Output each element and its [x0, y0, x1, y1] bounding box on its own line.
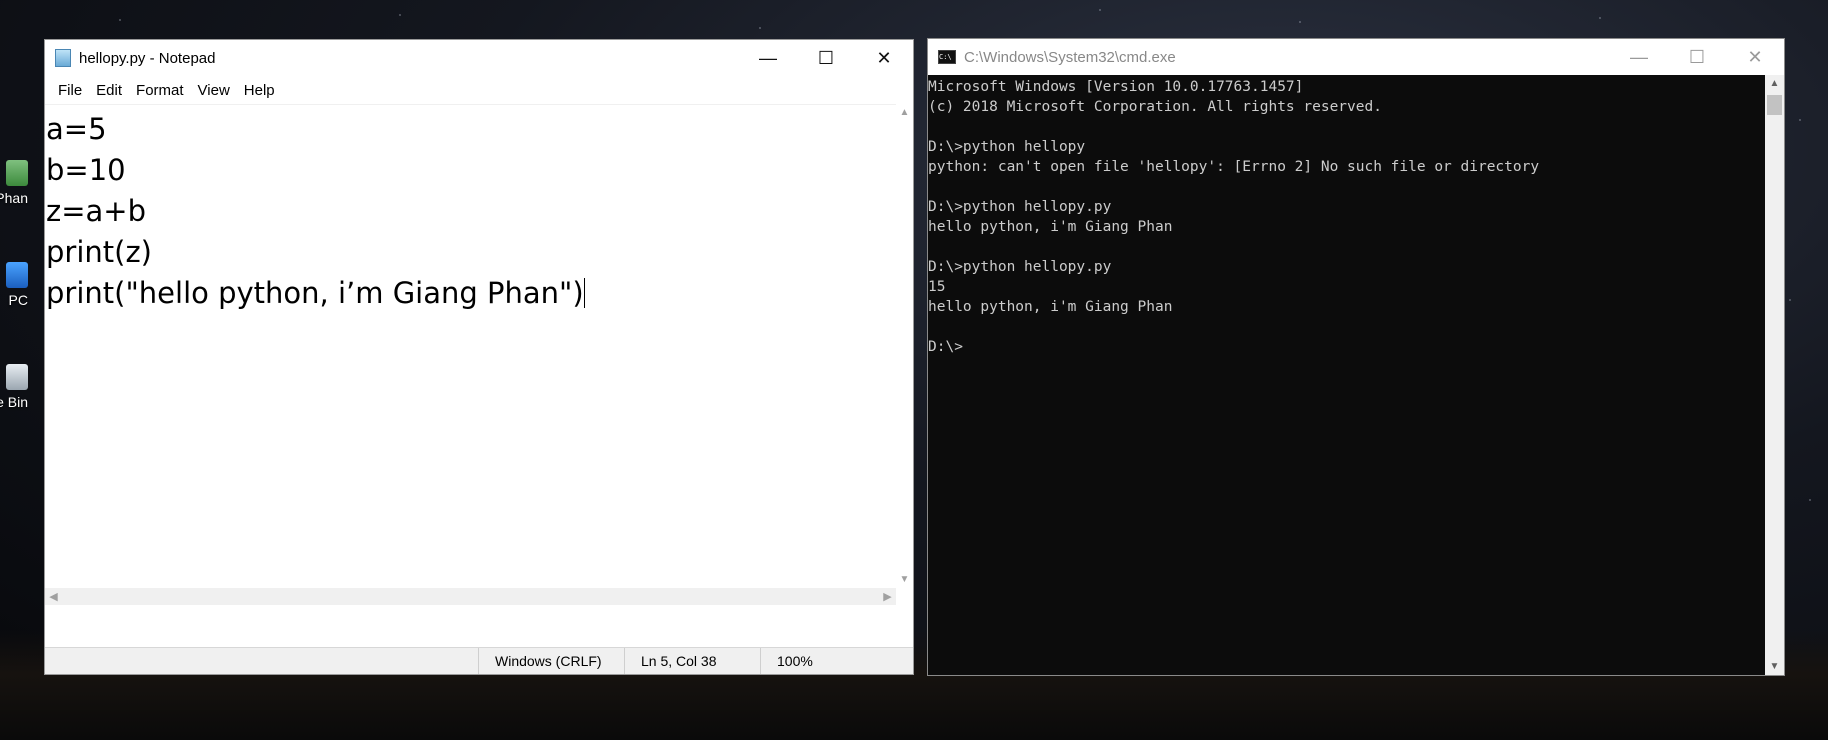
menu-view[interactable]: View	[191, 82, 237, 99]
close-button[interactable]: ✕	[1726, 39, 1784, 75]
menu-file[interactable]: File	[51, 82, 89, 99]
notepad-title: hellopy.py - Notepad	[79, 49, 216, 67]
console-line: python: can't open file 'hellopy': [Errn…	[928, 159, 1540, 175]
editor-content: a=5 b=10 z=a+b print(z) print("hello python,…	[45, 105, 913, 314]
editor-line: z=a+b	[46, 194, 146, 228]
desktop-icon-label: Phan	[0, 190, 28, 206]
scrollbar-thumb[interactable]	[1767, 95, 1782, 115]
computer-icon	[6, 262, 28, 288]
desktop-icon-pc[interactable]: PC	[0, 262, 28, 308]
editor-line: b=10	[46, 153, 126, 187]
scroll-up-arrow-icon[interactable]: ▲	[896, 104, 913, 121]
console-line: D:\>python hellopy.py	[928, 199, 1112, 215]
console-line: D:\>	[928, 339, 963, 355]
console-line: Microsoft Windows [Version 10.0.17763.14…	[928, 79, 1304, 95]
vertical-scrollbar[interactable]: ▲ ▼	[896, 104, 913, 612]
recycle-bin-icon	[6, 364, 28, 390]
desktop-icon-recycle-bin[interactable]: e Bin	[0, 364, 28, 410]
console-line: (c) 2018 Microsoft Corporation. All righ…	[928, 99, 1382, 115]
status-zoom: 100%	[760, 648, 913, 674]
cmd-app-icon: C:\	[938, 50, 956, 64]
scroll-down-arrow-icon[interactable]: ▼	[896, 571, 913, 588]
desktop-icon-label: e Bin	[0, 394, 28, 410]
scroll-right-arrow-icon[interactable]: ▶	[879, 588, 896, 605]
notepad-status-bar: Windows (CRLF) Ln 5, Col 38 100%	[45, 647, 913, 674]
minimize-button[interactable]: —	[1610, 39, 1668, 75]
text-caret	[583, 278, 585, 308]
notepad-window-controls: — ☐ ✕	[739, 40, 913, 76]
scroll-left-arrow-icon[interactable]: ◀	[45, 588, 62, 605]
maximize-button[interactable]: ☐	[797, 40, 855, 76]
notepad-app-icon	[55, 49, 71, 67]
notepad-titlebar[interactable]: hellopy.py - Notepad — ☐ ✕	[45, 40, 913, 76]
notepad-window[interactable]: hellopy.py - Notepad — ☐ ✕ File Edit For…	[44, 39, 914, 675]
editor-line: print("hello python, i’m Giang Phan")	[46, 276, 584, 310]
notepad-menubar: File Edit Format View Help	[45, 76, 913, 104]
console-line: D:\>python hellopy.py	[928, 259, 1112, 275]
scroll-up-arrow-icon[interactable]: ▲	[1765, 75, 1784, 92]
user-folder-icon	[6, 160, 28, 186]
desktop-icon-user[interactable]: Phan	[0, 160, 28, 206]
maximize-button[interactable]: ☐	[1668, 39, 1726, 75]
cmd-titlebar[interactable]: C:\ C:\Windows\System32\cmd.exe — ☐ ✕	[928, 39, 1784, 75]
console-line: hello python, i'm Giang Phan	[928, 299, 1173, 315]
menu-help[interactable]: Help	[237, 82, 282, 99]
console-line: D:\>python hellopy	[928, 139, 1086, 155]
editor-line: a=5	[46, 112, 107, 146]
editor-line-with-caret: print("hello python, i’m Giang Phan")	[46, 273, 913, 314]
close-button[interactable]: ✕	[855, 40, 913, 76]
cmd-window[interactable]: C:\ C:\Windows\System32\cmd.exe — ☐ ✕ Mi…	[927, 38, 1785, 676]
desktop-icon-label: PC	[8, 292, 28, 308]
horizontal-scrollbar[interactable]: ◀ ▶	[45, 588, 896, 605]
notepad-text-area[interactable]: a=5 b=10 z=a+b print(z) print("hello python,…	[45, 104, 913, 589]
menu-edit[interactable]: Edit	[89, 82, 129, 99]
console-line: 15	[928, 279, 946, 295]
status-cursor-position: Ln 5, Col 38	[624, 648, 760, 674]
cmd-title: C:\Windows\System32\cmd.exe	[964, 48, 1176, 66]
minimize-button[interactable]: —	[739, 40, 797, 76]
editor-line: print(z)	[46, 235, 152, 269]
console-text: Microsoft Windows [Version 10.0.17763.14…	[928, 75, 1767, 357]
scroll-down-arrow-icon[interactable]: ▼	[1765, 658, 1784, 675]
menu-format[interactable]: Format	[129, 82, 191, 99]
console-line: hello python, i'm Giang Phan	[928, 219, 1173, 235]
cmd-vertical-scrollbar[interactable]: ▲ ▼	[1765, 75, 1784, 675]
status-line-ending: Windows (CRLF)	[478, 648, 624, 674]
cmd-window-controls: — ☐ ✕	[1610, 39, 1784, 75]
cmd-console-output[interactable]: Microsoft Windows [Version 10.0.17763.14…	[928, 75, 1767, 675]
